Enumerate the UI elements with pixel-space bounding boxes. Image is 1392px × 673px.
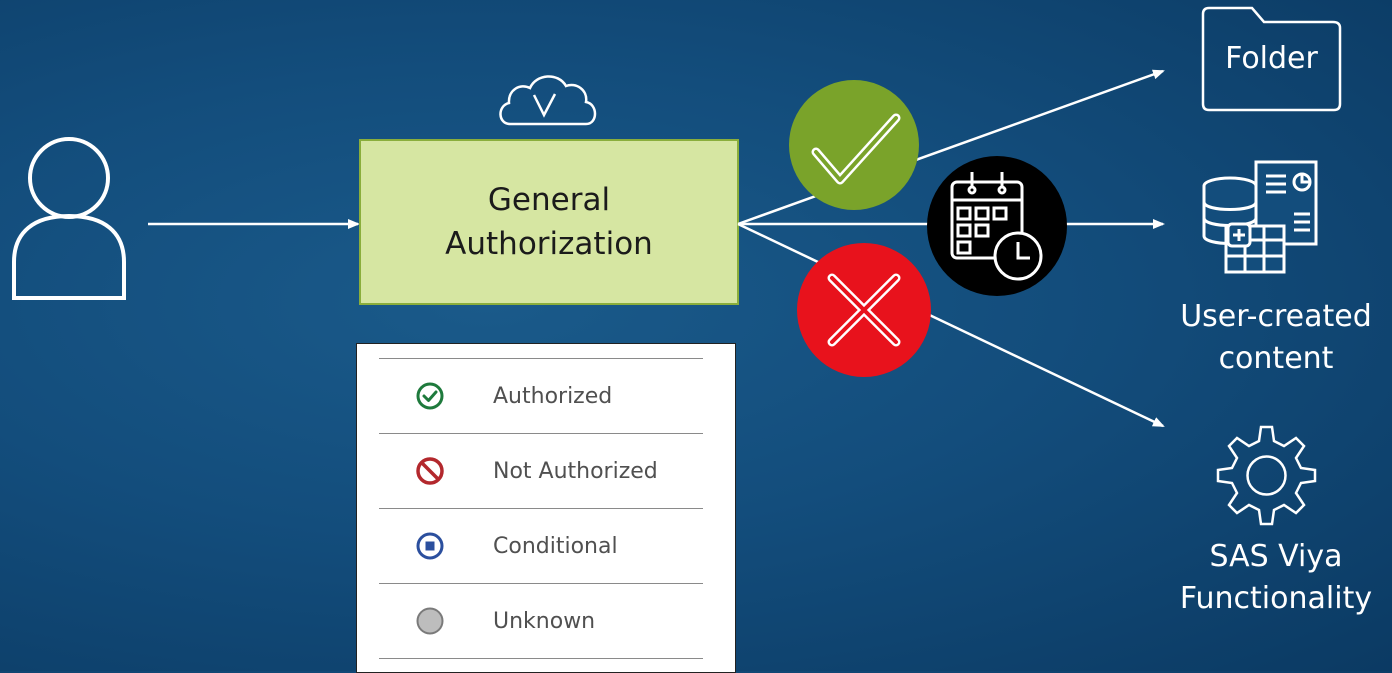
- user-icon: [12, 137, 126, 300]
- user-content-label: User-created content: [1160, 296, 1392, 380]
- denied-x-icon: [797, 243, 931, 377]
- prohibited-icon: [416, 457, 444, 485]
- functionality-label-line1: SAS Viya: [1209, 539, 1343, 574]
- legend-label: Conditional: [493, 533, 618, 559]
- unknown-circle-icon: [416, 607, 444, 635]
- legend-label: Authorized: [493, 383, 613, 409]
- legend-label: Unknown: [493, 608, 596, 634]
- legend-item-conditional: Conditional: [379, 508, 703, 583]
- legend-item-unknown: Unknown: [379, 583, 703, 658]
- approved-check-icon: [789, 80, 919, 210]
- box-label-line1: General: [487, 182, 611, 218]
- authorization-legend: Authorized Not Authorized Conditional Un…: [356, 343, 736, 673]
- legend-item-not-authorized: Not Authorized: [379, 433, 703, 508]
- legend-label: Not Authorized: [493, 458, 658, 484]
- user-content-label-line1: User-created: [1180, 299, 1372, 334]
- box-label-line2: Authorization: [445, 226, 653, 262]
- gear-icon: [1216, 425, 1317, 526]
- user-content-label-line2: content: [1218, 341, 1334, 376]
- functionality-label: SAS Viya Functionality: [1160, 536, 1392, 620]
- calendar-clock-icon: [927, 156, 1067, 296]
- user-content-icon: [1202, 160, 1318, 274]
- legend-item-authorized: Authorized: [379, 358, 703, 433]
- general-authorization-label: General Authorization: [360, 140, 738, 304]
- legend-divider: [379, 658, 703, 659]
- check-circle-icon: [416, 382, 444, 410]
- cloud-check-icon: [499, 75, 597, 126]
- folder-label: Folder: [1225, 41, 1318, 76]
- functionality-label-line2: Functionality: [1179, 581, 1373, 616]
- conditional-square-icon: [416, 532, 444, 560]
